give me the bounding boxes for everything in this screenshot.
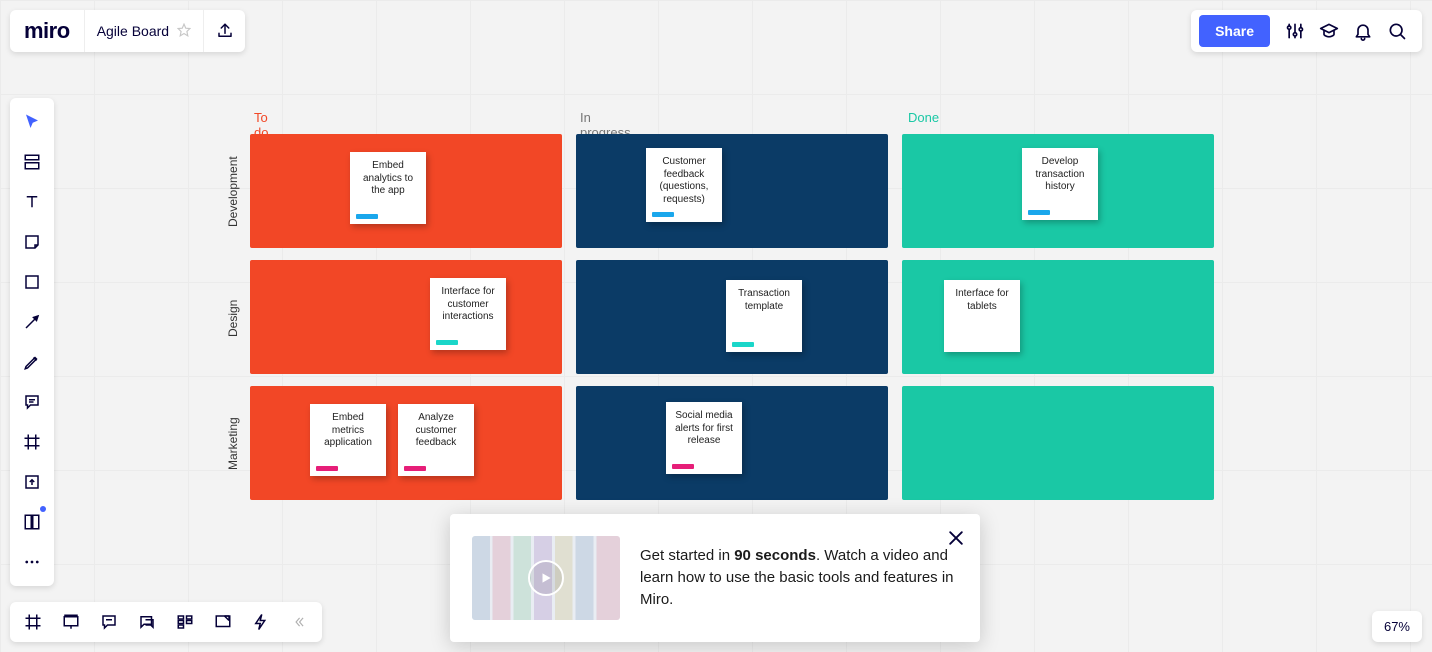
column-header-done: Done — [908, 110, 939, 125]
card-tag — [316, 466, 338, 471]
chat-icon[interactable] — [128, 604, 166, 640]
video-thumbnail[interactable] — [472, 536, 620, 620]
popup-bold: 90 seconds — [734, 547, 816, 564]
cell-dev-done[interactable]: Develop transaction history — [902, 134, 1214, 248]
swimlane-label-marketing: Marketing — [226, 388, 240, 500]
card-tag — [356, 214, 378, 219]
cell-marketing-todo[interactable]: Embed metrics application Analyze custom… — [250, 386, 562, 500]
card-text: Develop transaction history — [1036, 156, 1085, 192]
new-badge-dot — [40, 506, 46, 512]
card-text: Interface for customer interactions — [441, 286, 494, 322]
cell-dev-todo[interactable]: Embed analytics to the app — [250, 134, 562, 248]
card-dev-done-0[interactable]: Develop transaction history — [1022, 148, 1098, 220]
sticky-tool[interactable] — [10, 222, 54, 262]
templates-tool[interactable] — [10, 142, 54, 182]
comment-tool[interactable] — [10, 382, 54, 422]
more-tool[interactable] — [10, 542, 54, 582]
popup-text: Get started in 90 seconds. Watch a video… — [640, 545, 958, 610]
left-toolbar — [10, 98, 54, 586]
frames-panel-icon[interactable] — [14, 604, 52, 640]
upload-tool[interactable] — [10, 462, 54, 502]
card-tag — [732, 342, 754, 347]
topbar-left: miro Agile Board — [10, 10, 245, 52]
card-text: Interface for tablets — [955, 288, 1008, 312]
screenshare-icon[interactable] — [204, 604, 242, 640]
card-design-prog-0[interactable]: Transaction template — [726, 280, 802, 352]
topbar-right: Share — [1191, 10, 1422, 52]
cell-design-done[interactable]: Interface for tablets — [902, 260, 1214, 374]
card-tag — [672, 464, 694, 469]
close-icon[interactable] — [946, 528, 966, 553]
board-title-box[interactable]: Agile Board — [84, 10, 203, 52]
card-text: Transaction template — [738, 288, 790, 312]
text-tool[interactable] — [10, 182, 54, 222]
card-text: Customer feedback (questions, requests) — [660, 156, 709, 205]
comments-panel-icon[interactable] — [90, 604, 128, 640]
cell-marketing-done[interactable] — [902, 386, 1214, 500]
line-tool[interactable] — [10, 302, 54, 342]
swimlane-label-development: Development — [226, 136, 240, 248]
card-marketing-todo-1[interactable]: Analyze customer feedback — [398, 404, 474, 476]
play-icon — [528, 560, 564, 596]
card-tag — [404, 466, 426, 471]
cell-design-todo[interactable]: Interface for customer interactions — [250, 260, 562, 374]
pen-tool[interactable] — [10, 342, 54, 382]
card-tag — [436, 340, 458, 345]
board-title: Agile Board — [97, 23, 169, 39]
cell-dev-progress[interactable]: Customer feedback (questions, requests) — [576, 134, 888, 248]
logo-text: miro — [24, 18, 70, 44]
onboarding-popup: Get started in 90 seconds. Watch a video… — [450, 514, 980, 642]
card-dev-todo-0[interactable]: Embed analytics to the app — [350, 152, 426, 224]
popup-prefix: Get started in — [640, 547, 734, 564]
cell-design-progress[interactable]: Transaction template — [576, 260, 888, 374]
card-tag — [652, 212, 674, 217]
card-text: Embed analytics to the app — [363, 160, 413, 196]
card-text: Embed metrics application — [324, 412, 372, 448]
zoom-value: 67% — [1384, 619, 1410, 634]
bell-icon[interactable] — [1346, 14, 1380, 48]
card-dev-prog-0[interactable]: Customer feedback (questions, requests) — [646, 148, 722, 222]
logo[interactable]: miro — [10, 10, 84, 52]
frame-tool[interactable] — [10, 422, 54, 462]
card-design-todo-0[interactable]: Interface for customer interactions — [430, 278, 506, 350]
bottom-toolbar — [10, 602, 322, 642]
collapse-icon[interactable] — [280, 604, 318, 640]
star-icon[interactable] — [177, 23, 191, 40]
card-tag — [1028, 210, 1050, 215]
present-icon[interactable] — [52, 604, 90, 640]
card-design-done-0[interactable]: Interface for tablets — [944, 280, 1020, 352]
learn-icon[interactable] — [1312, 14, 1346, 48]
shape-tool[interactable] — [10, 262, 54, 302]
cell-marketing-progress[interactable]: Social media alerts for first release — [576, 386, 888, 500]
export-button[interactable] — [203, 10, 245, 52]
swimlane-label-design: Design — [226, 262, 240, 374]
search-icon[interactable] — [1380, 14, 1414, 48]
export-icon — [216, 22, 234, 40]
card-text: Social media alerts for first release — [675, 410, 733, 446]
apps-tool[interactable] — [10, 502, 54, 542]
zoom-indicator[interactable]: 67% — [1372, 611, 1422, 642]
activity-icon[interactable] — [242, 604, 280, 640]
share-button[interactable]: Share — [1199, 15, 1270, 47]
cards-icon[interactable] — [166, 604, 204, 640]
settings-icon[interactable] — [1278, 14, 1312, 48]
card-marketing-prog-0[interactable]: Social media alerts for first release — [666, 402, 742, 474]
select-tool[interactable] — [10, 102, 54, 142]
card-text: Analyze customer feedback — [415, 412, 456, 448]
card-marketing-todo-0[interactable]: Embed metrics application — [310, 404, 386, 476]
